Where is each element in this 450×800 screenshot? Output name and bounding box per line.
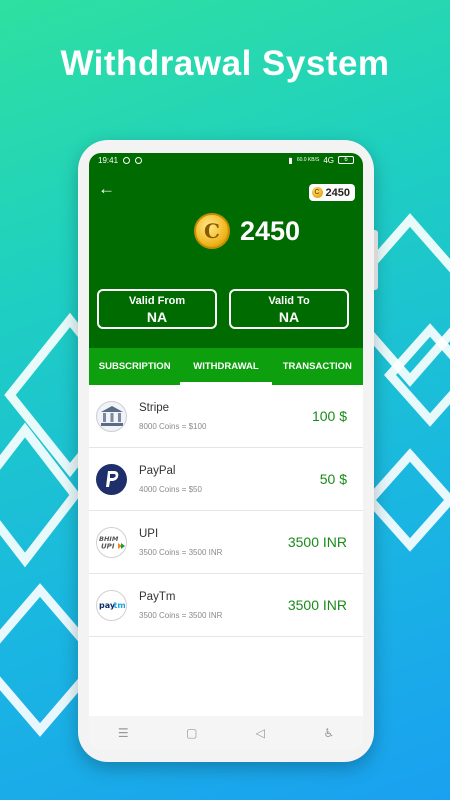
- coin-large-icon: C: [194, 213, 230, 249]
- wallet-header: ← C 2450 C 2450 Valid From NA Valid To N…: [89, 167, 363, 348]
- tab-withdrawal[interactable]: WITHDRAWAL: [180, 348, 272, 385]
- list-item-upi[interactable]: BHIM UPI UPI 3500 Coins = 3500 INR 3500 …: [89, 511, 363, 574]
- home-icon[interactable]: ▢: [177, 726, 207, 740]
- method-name: PayTm: [139, 590, 176, 603]
- method-rate: 3500 Coins = 3500 INR: [139, 547, 223, 557]
- method-name: Stripe: [139, 401, 170, 414]
- phone-screen: 19:41 ▮ 60.0 KB/S 4G 6 ← C 2450 C 2450 V…: [89, 153, 363, 750]
- svg-text:tm: tm: [113, 601, 125, 610]
- method-amount: 100 $: [311, 408, 347, 424]
- withdrawal-methods-list: Stripe 8000 Coins = $100 100 $ PayPal 40…: [89, 385, 363, 637]
- back-arrow-icon[interactable]: ←: [98, 180, 115, 197]
- battery-icon: 6: [338, 156, 354, 164]
- list-item-paytm[interactable]: pay tm PayTm 3500 Coins = 3500 INR 3500 …: [89, 574, 363, 637]
- coin-icon: C: [311, 187, 323, 198]
- coin-balance: 2450: [240, 215, 301, 246]
- method-rate: 4000 Coins = $50: [139, 484, 202, 494]
- valid-to-label: Valid To: [268, 295, 310, 307]
- list-item-paypal[interactable]: PayPal 4000 Coins = $50 50 $: [89, 448, 363, 511]
- status-bar: 19:41 ▮ 60.0 KB/S 4G 6: [89, 153, 363, 167]
- paytm-icon: pay tm: [96, 589, 127, 621]
- valid-from-label: Valid From: [128, 295, 186, 307]
- signal-icon: 4G: [323, 155, 334, 165]
- valid-from-box: Valid From NA: [97, 289, 217, 329]
- tab-subscription[interactable]: SUBSCRIPTION: [89, 348, 180, 385]
- method-amount: 3500 INR: [287, 597, 347, 613]
- network-speed: 60.0 KB/S: [296, 156, 320, 163]
- svg-text:UPI: UPI: [101, 543, 115, 551]
- valid-to-box: Valid To NA: [229, 289, 349, 329]
- valid-to-value: NA: [278, 309, 300, 325]
- coin-balance-pill[interactable]: C 2450: [308, 184, 355, 201]
- method-amount: 50 $: [319, 471, 347, 487]
- coin-pill-value: 2450: [325, 186, 350, 199]
- method-rate: 8000 Coins = $100: [139, 421, 207, 431]
- bank-icon: [96, 400, 127, 432]
- method-name: UPI: [139, 527, 159, 540]
- system-nav-bar: ☰ ▢ ◁ ♿: [89, 716, 363, 750]
- vibrate-icon: ▮: [288, 155, 293, 165]
- recents-icon[interactable]: ☰: [108, 726, 138, 740]
- method-amount: 3500 INR: [287, 534, 347, 550]
- paypal-icon: [96, 463, 127, 495]
- coin-balance-row: C 2450: [194, 213, 300, 249]
- status-time: 19:41: [98, 155, 119, 165]
- tab-bar: SUBSCRIPTION WITHDRAWAL TRANSACTION: [89, 348, 363, 385]
- notification-icon: [123, 156, 131, 164]
- whatsapp-icon: [135, 156, 143, 164]
- headline: Withdrawal System: [60, 44, 390, 83]
- phone-frame: 19:41 ▮ 60.0 KB/S 4G 6 ← C 2450 C 2450 V…: [78, 140, 378, 762]
- valid-from-value: NA: [146, 309, 168, 325]
- tab-transaction[interactable]: TRANSACTION: [272, 348, 363, 385]
- bhim-upi-icon: BHIM UPI: [96, 526, 127, 558]
- phone-side-button: [374, 230, 378, 290]
- method-name: PayPal: [139, 464, 176, 477]
- list-item-stripe[interactable]: Stripe 8000 Coins = $100 100 $: [89, 385, 363, 448]
- method-rate: 3500 Coins = 3500 INR: [139, 610, 223, 620]
- back-icon[interactable]: ◁: [245, 726, 275, 740]
- accessibility-icon[interactable]: ♿: [314, 726, 344, 740]
